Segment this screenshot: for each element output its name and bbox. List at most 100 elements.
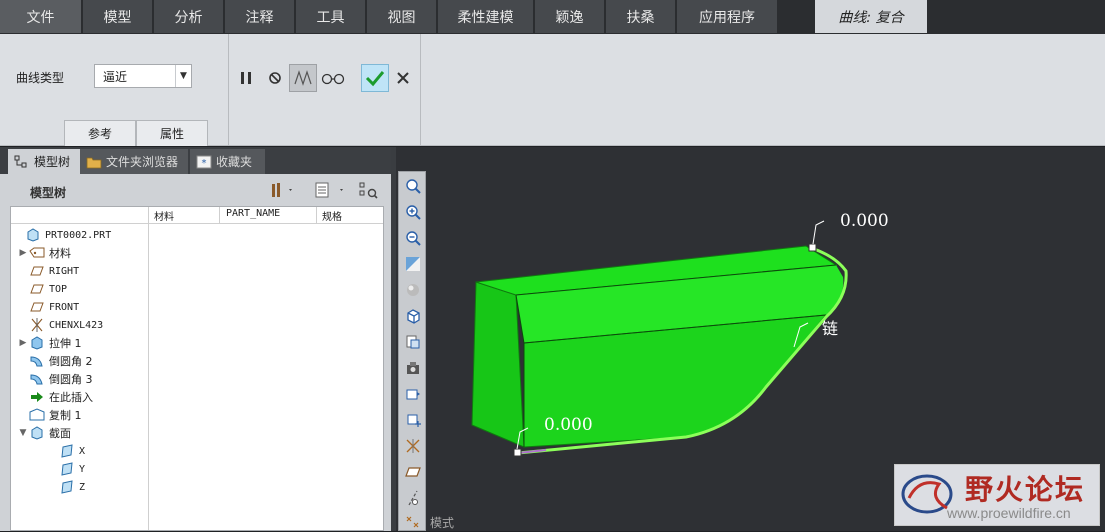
tree-item[interactable]: ▶ 拉伸 1 bbox=[11, 334, 147, 352]
tab-model-tree[interactable]: 模型树 bbox=[8, 149, 80, 174]
tree-item-label: RIGHT bbox=[49, 265, 80, 277]
tab-properties[interactable]: 属性 bbox=[136, 120, 208, 146]
column-header-spec[interactable]: 规格 bbox=[322, 208, 342, 223]
tab-folder-browser-label: 文件夹浏览器 bbox=[106, 155, 179, 169]
tree-item[interactable]: 复制 1 bbox=[11, 406, 147, 424]
tree-item[interactable]: TOP bbox=[11, 280, 147, 298]
panel-tabs: 模型树 文件夹浏览器 * 收藏夹 bbox=[0, 147, 391, 174]
tree-item-label: CHENXL423 bbox=[49, 319, 104, 331]
tree-item[interactable]: PRT0002.PRT bbox=[11, 226, 147, 244]
tree-item[interactable]: Y bbox=[11, 460, 147, 478]
tree-item[interactable]: RIGHT bbox=[11, 262, 147, 280]
watermark-url: www.proewildfire.cn bbox=[947, 505, 1071, 521]
tree-item[interactable]: X bbox=[11, 442, 147, 460]
tree-item-label: 倒圆角 2 bbox=[49, 355, 93, 368]
annotation-value-bottom[interactable]: 0.000 bbox=[544, 415, 593, 435]
part-end-face bbox=[471, 281, 525, 448]
tree-item-label: FRONT bbox=[49, 301, 80, 313]
menu-tab-view[interactable]: 视图 bbox=[367, 0, 436, 33]
tab-references[interactable]: 参考 bbox=[64, 120, 136, 146]
menu-tab-applications[interactable]: 应用程序 bbox=[677, 0, 777, 33]
section-icon bbox=[29, 426, 45, 440]
tab-model-tree-label: 模型树 bbox=[34, 155, 71, 169]
tree-columns-icon[interactable] bbox=[313, 181, 349, 203]
round-icon bbox=[29, 372, 45, 386]
folder-icon bbox=[86, 155, 102, 169]
favorites-icon: * bbox=[196, 155, 212, 169]
datum-plane-icon bbox=[29, 282, 45, 296]
tab-folder-browser[interactable]: 文件夹浏览器 bbox=[80, 149, 188, 174]
column-header-material[interactable]: 材料 bbox=[154, 208, 174, 223]
tree-item[interactable]: ▼ 截面 bbox=[11, 424, 147, 442]
menu-tab-model[interactable]: 模型 bbox=[83, 0, 152, 33]
ok-checkmark-icon[interactable] bbox=[361, 64, 389, 92]
ribbon: 曲线类型 逼近 ▼ 参考 属性 bbox=[0, 34, 1105, 146]
preview-icon[interactable] bbox=[289, 64, 317, 92]
tree-item[interactable]: FRONT bbox=[11, 298, 147, 316]
tree-filter-icon[interactable] bbox=[358, 181, 380, 203]
tree-settings-icon[interactable] bbox=[270, 181, 296, 203]
annotation-leader-top bbox=[812, 220, 825, 245]
chevron-down-icon: ▼ bbox=[175, 65, 191, 87]
tree-item[interactable]: 倒圆角 3 bbox=[11, 370, 147, 388]
tree-item-label: 在此插入 bbox=[49, 391, 93, 404]
curve-type-value: 逼近 bbox=[103, 70, 128, 84]
model-tree-icon bbox=[14, 155, 30, 169]
column-divider bbox=[316, 207, 317, 224]
ribbon-divider bbox=[420, 34, 421, 146]
menu-tab-file[interactable]: 文件 bbox=[0, 0, 81, 33]
tree-item-label: 截面 bbox=[49, 427, 71, 440]
section-y-icon bbox=[59, 462, 75, 476]
curve-type-label: 曲线类型 bbox=[16, 71, 65, 85]
expand-arrow-icon[interactable]: ▶ bbox=[17, 338, 29, 348]
tree-item[interactable]: 在此插入 bbox=[11, 388, 147, 406]
tree-item-label: Z bbox=[79, 481, 86, 493]
menu-tab-analysis[interactable]: 分析 bbox=[154, 0, 223, 33]
menu-tab-tools[interactable]: 工具 bbox=[296, 0, 365, 33]
column-divider bbox=[148, 207, 149, 530]
tree-item[interactable]: ▶ 材料 bbox=[11, 244, 147, 262]
datum-plane-icon bbox=[29, 264, 45, 278]
menu-tab-yingyi[interactable]: 颖逸 bbox=[535, 0, 604, 33]
tree-item-label: PRT0002.PRT bbox=[45, 229, 112, 241]
tree-item[interactable]: Z bbox=[11, 478, 147, 496]
copy-icon bbox=[29, 408, 45, 422]
expand-arrow-icon[interactable]: ▶ bbox=[17, 248, 29, 258]
tree-item-label: X bbox=[79, 445, 86, 457]
watermark-title: 野火论坛 bbox=[965, 473, 1086, 506]
tree-item-label: 拉伸 1 bbox=[49, 337, 82, 350]
curve-endpoint-marker-top bbox=[808, 243, 817, 252]
mode-text: 模式 bbox=[430, 516, 455, 530]
section-z-icon bbox=[59, 480, 75, 494]
no-preview-icon[interactable] bbox=[261, 64, 289, 92]
section-x-icon bbox=[59, 444, 75, 458]
datum-plane-icon bbox=[29, 300, 45, 314]
collapse-arrow-icon[interactable]: ▼ bbox=[17, 428, 29, 438]
insert-here-icon bbox=[29, 390, 45, 404]
menu-tab-flexible-modeling[interactable]: 柔性建模 bbox=[438, 0, 533, 33]
column-divider bbox=[219, 207, 220, 224]
pause-icon[interactable] bbox=[232, 64, 260, 92]
tab-favorites[interactable]: * 收藏夹 bbox=[190, 149, 265, 174]
tree-title: 模型树 bbox=[30, 186, 67, 200]
verify-glasses-icon[interactable] bbox=[319, 64, 347, 92]
coordinate-system-icon bbox=[29, 318, 45, 332]
curve-type-select[interactable]: 逼近 ▼ bbox=[94, 64, 192, 88]
extrude-icon bbox=[29, 336, 45, 350]
menu-tab-curve-composite[interactable]: 曲线: 复合 bbox=[815, 0, 927, 33]
material-icon bbox=[29, 246, 45, 260]
tree-item-label: TOP bbox=[49, 283, 68, 295]
chain-label[interactable]: 链 bbox=[822, 315, 838, 339]
menu-tab-fusang[interactable]: 扶桑 bbox=[606, 0, 675, 33]
model-tree-panel: 模型树 文件夹浏览器 * 收藏夹 模型树 材料 PART_NAME 规格 PRT… bbox=[0, 147, 391, 531]
cancel-x-icon[interactable] bbox=[389, 64, 417, 92]
column-header-part-name[interactable]: PART_NAME bbox=[226, 208, 280, 219]
tree-item[interactable]: 倒圆角 2 bbox=[11, 352, 147, 370]
annotation-value-top[interactable]: 0.000 bbox=[840, 211, 889, 231]
round-icon bbox=[29, 354, 45, 368]
tree-item[interactable]: CHENXL423 bbox=[11, 316, 147, 334]
tree-item-label: Y bbox=[79, 463, 86, 475]
tree-item-label: 倒圆角 3 bbox=[49, 373, 93, 386]
tree-item-label: 复制 1 bbox=[49, 409, 82, 422]
menu-tab-annotate[interactable]: 注释 bbox=[225, 0, 294, 33]
